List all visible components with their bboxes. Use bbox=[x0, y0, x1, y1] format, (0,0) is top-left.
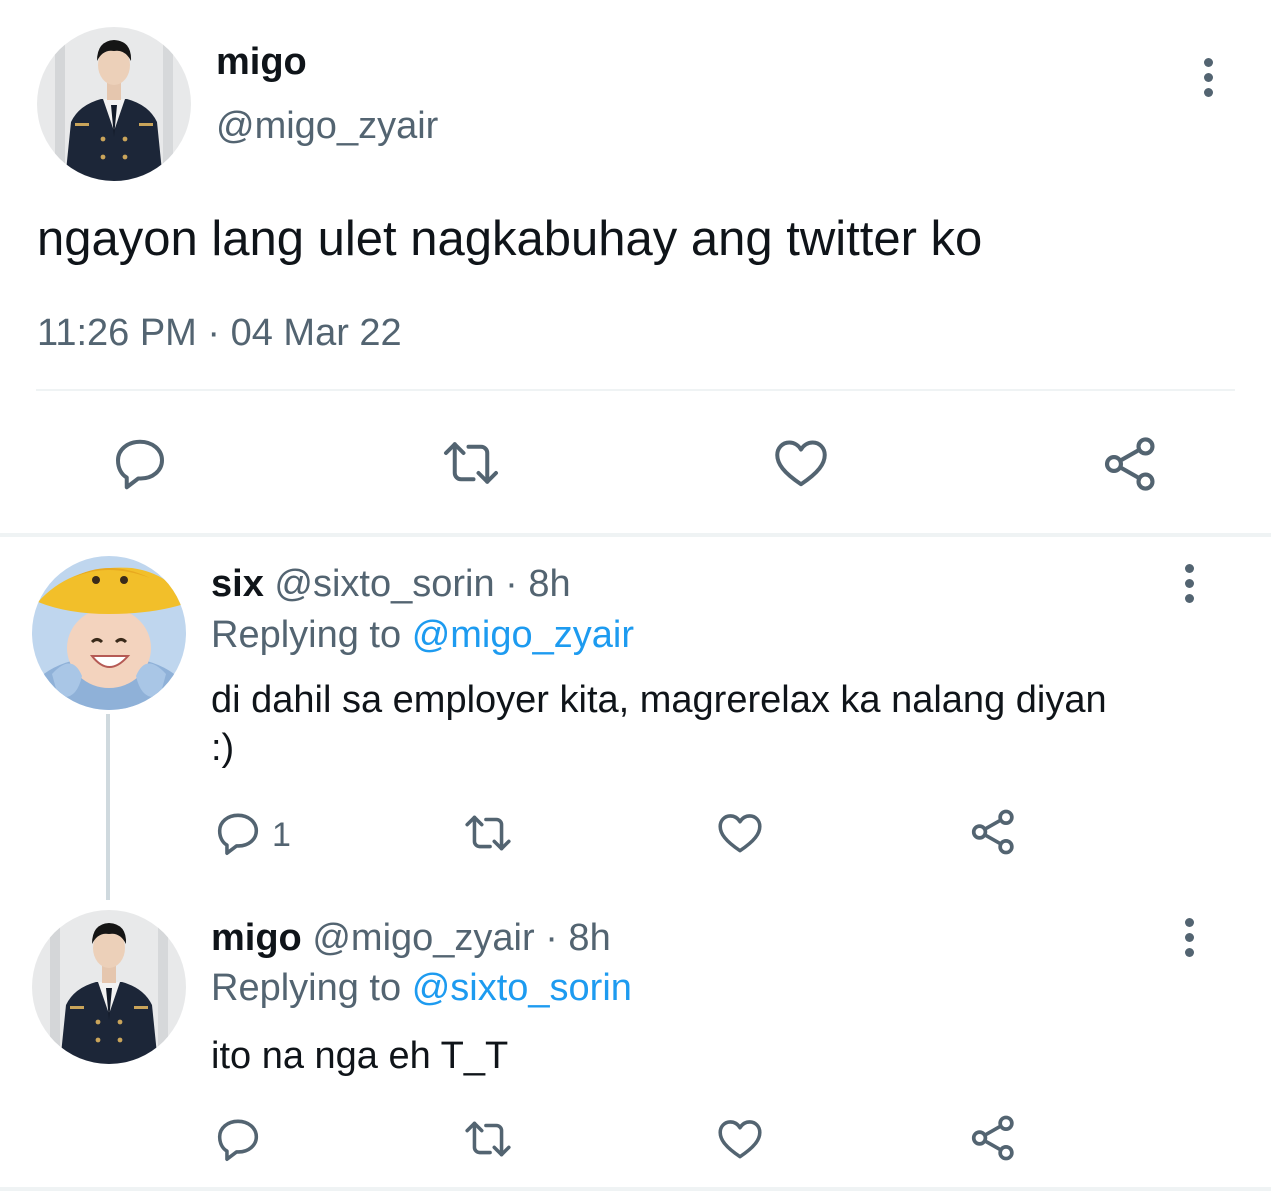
like-icon[interactable] bbox=[714, 1114, 766, 1164]
like-icon[interactable] bbox=[770, 433, 832, 493]
tweet-text: ngayon lang ulet nagkabuhay ang twitter … bbox=[37, 212, 983, 266]
reply-icon[interactable] bbox=[213, 1114, 263, 1164]
author-handle[interactable]: @migo_zyair bbox=[312, 917, 534, 959]
like-icon[interactable] bbox=[714, 808, 766, 858]
retweet-icon[interactable] bbox=[437, 433, 505, 493]
avatar[interactable] bbox=[37, 27, 191, 181]
section-divider bbox=[0, 533, 1271, 537]
reply-header: six @sixto_sorin · 8h bbox=[211, 562, 571, 606]
share-icon[interactable] bbox=[967, 1112, 1019, 1164]
share-icon[interactable] bbox=[967, 806, 1019, 858]
reply-icon[interactable] bbox=[213, 808, 263, 858]
more-options-icon[interactable] bbox=[1182, 564, 1196, 603]
replying-to-link[interactable]: @sixto_sorin bbox=[412, 967, 632, 1009]
author-name[interactable]: six bbox=[211, 563, 264, 605]
reply-header: migo @migo_zyair · 8h bbox=[211, 916, 611, 960]
author-name[interactable]: migo bbox=[216, 40, 307, 84]
author-name[interactable]: migo bbox=[211, 917, 302, 959]
reply-time[interactable]: · 8h bbox=[545, 917, 610, 959]
retweet-icon[interactable] bbox=[460, 808, 516, 858]
replying-to-link[interactable]: @migo_zyair bbox=[412, 614, 634, 656]
bottom-divider bbox=[0, 1187, 1271, 1191]
thread-line bbox=[106, 714, 110, 900]
reply-text: ito na nga eh T_T bbox=[211, 1035, 509, 1077]
more-options-icon[interactable] bbox=[1182, 918, 1196, 957]
reply-count: 1 bbox=[272, 816, 291, 854]
reply-time[interactable]: · 8h bbox=[505, 563, 570, 605]
retweet-icon[interactable] bbox=[460, 1114, 516, 1164]
share-icon[interactable] bbox=[1099, 433, 1161, 495]
author-handle[interactable]: @sixto_sorin bbox=[274, 563, 494, 605]
replying-to: Replying to @sixto_sorin bbox=[211, 966, 632, 1010]
avatar[interactable] bbox=[32, 910, 186, 1064]
more-options-icon[interactable] bbox=[1201, 58, 1215, 97]
reply-text: di dahil sa employer kita, magrerelax ka… bbox=[211, 679, 1107, 769]
replying-to: Replying to @migo_zyair bbox=[211, 613, 634, 657]
replying-to-label: Replying to bbox=[211, 967, 402, 1009]
tweet-timestamp[interactable]: 11:26 PM · 04 Mar 22 bbox=[37, 311, 402, 355]
author-handle[interactable]: @migo_zyair bbox=[216, 104, 438, 148]
replying-to-label: Replying to bbox=[211, 614, 402, 656]
divider bbox=[36, 389, 1235, 391]
avatar[interactable] bbox=[32, 556, 186, 710]
reply-icon[interactable] bbox=[110, 433, 170, 493]
